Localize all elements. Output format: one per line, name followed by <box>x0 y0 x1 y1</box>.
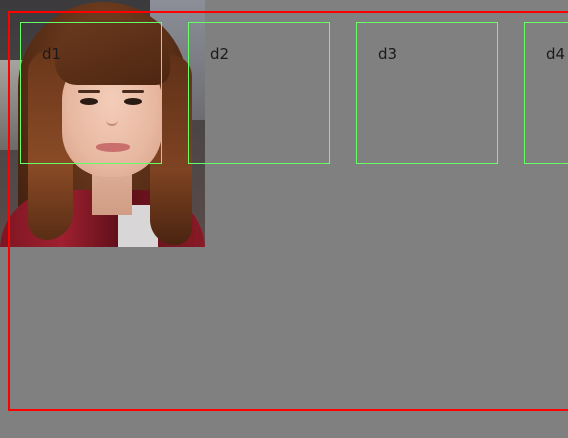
box-d4[interactable]: d4 <box>524 22 568 164</box>
box-d2-label: d2 <box>210 45 230 63</box>
box-d3-label: d3 <box>378 45 398 63</box>
box-d3[interactable]: d3 <box>356 22 498 164</box>
box-d4-label: d4 <box>546 45 566 63</box>
box-d2[interactable]: d2 <box>188 22 330 164</box>
box-d1-label: d1 <box>42 45 62 63</box>
box-d1[interactable]: d1 <box>20 22 162 164</box>
canvas-stage: d1 d2 d3 d4 <box>0 0 568 438</box>
